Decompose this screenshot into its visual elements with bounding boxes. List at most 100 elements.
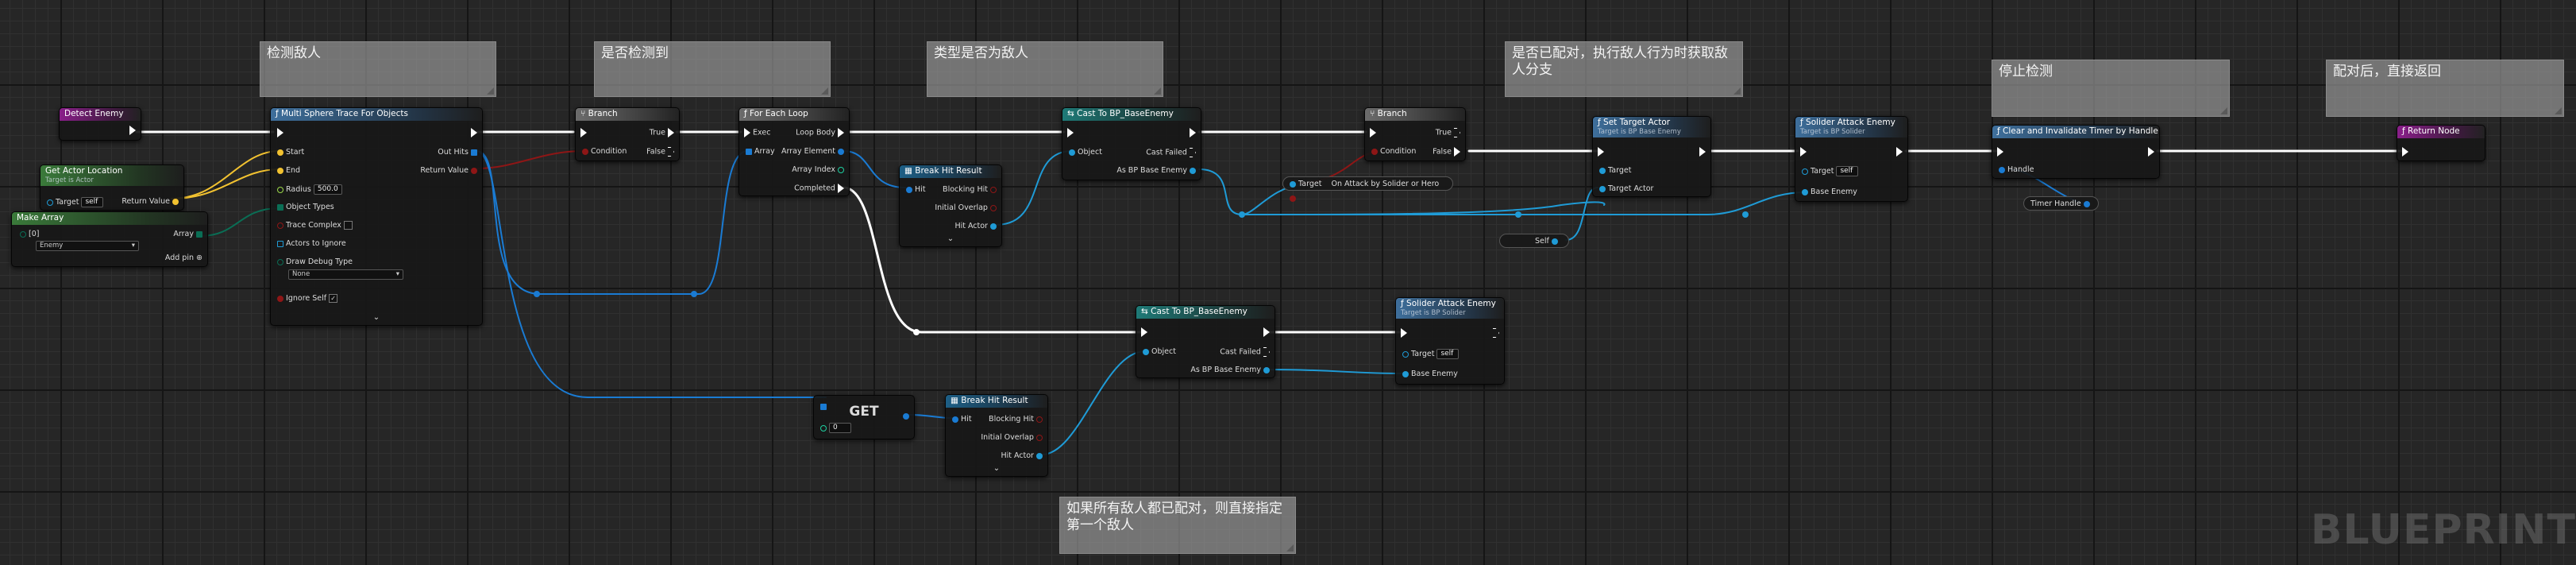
reroute-node[interactable] [1742, 211, 1749, 218]
index-pin[interactable]: 0 [820, 423, 852, 433]
exec-in-pin[interactable] [277, 128, 283, 137]
exec-out-pin[interactable] [471, 128, 477, 137]
reroute-node[interactable] [534, 291, 540, 297]
exec-in-pin[interactable]: Exec [744, 128, 770, 137]
array-out-pin[interactable]: Array [173, 230, 202, 238]
reroute-node[interactable] [1239, 211, 1245, 218]
completed-pin[interactable]: Completed [794, 184, 844, 193]
node-detect-enemy[interactable]: Detect Enemy [59, 107, 141, 141]
node-solider-attack-enemy-1[interactable]: ƒ Solider Attack Enemy Target is BP Solid… [1795, 116, 1908, 202]
ignore-self-checkbox[interactable]: ✓ [329, 294, 338, 303]
index-input[interactable]: 0 [829, 423, 852, 433]
comment-box[interactable]: 如果所有敌人都已配对，则直接指定第一个敌人 [1059, 497, 1296, 554]
exec-out-pin[interactable] [1190, 128, 1196, 137]
exec-out-pin[interactable] [1263, 327, 1270, 337]
target-pin[interactable]: Target self [1802, 166, 1859, 176]
radius-pin[interactable]: Radius 500.0 [277, 184, 342, 195]
exec-in-pin[interactable] [1067, 128, 1074, 137]
expand-chevron-icon[interactable]: ⌄ [373, 313, 380, 322]
blocking-hit-pin[interactable]: Blocking Hit [943, 185, 997, 194]
exec-in-pin[interactable] [1997, 147, 2003, 157]
resize-grip-icon[interactable] [2220, 107, 2227, 114]
loop-body-pin[interactable]: Loop Body [796, 128, 844, 137]
exec-out-pin[interactable] [1699, 147, 1706, 157]
radius-input[interactable]: 500.0 [313, 184, 342, 195]
exec-in-pin[interactable] [580, 128, 587, 137]
base-enemy-pin[interactable]: Base Enemy [1402, 370, 1458, 378]
return-pin-row[interactable]: Return Value [121, 197, 179, 206]
node-get-actor-location[interactable]: Get Actor Location Target is Actor Target… [40, 164, 184, 211]
node-make-array[interactable]: Make Array [0] Enemy ▾ Array Add pin ⊕ [11, 211, 208, 267]
blocking-hit-pin[interactable]: Blocking Hit [989, 415, 1043, 424]
node-set-target-actor[interactable]: ƒ Set Target Actor Target is BP Base Enem… [1592, 116, 1711, 197]
comment-box[interactable]: 是否已配对，执行敌人行为时获取敌人分支 [1505, 41, 1743, 97]
reroute-node[interactable] [1515, 211, 1521, 218]
node-timer-handle-variable[interactable]: Timer Handle [2023, 196, 2099, 211]
condition-pin[interactable]: Condition [582, 147, 627, 156]
object-pin[interactable]: Object [1069, 148, 1102, 157]
condition-pin[interactable]: Condition [1371, 147, 1416, 156]
hit-pin[interactable]: Hit [906, 185, 926, 194]
add-pin-button[interactable]: Add pin ⊕ [165, 253, 202, 262]
node-cast-to-bp-baseenemy-1[interactable]: ⇆ Cast To BP_BaseEnemy Object Cast Faile… [1062, 107, 1201, 180]
actors-ignore-pin[interactable]: Actors to Ignore [277, 239, 346, 248]
out-hits-pin[interactable]: Out Hits [438, 148, 477, 157]
resize-grip-icon[interactable] [2555, 107, 2562, 114]
handle-pin[interactable]: Handle [1999, 165, 2034, 174]
target-self-field[interactable]: self [1436, 349, 1460, 359]
node-branch-1[interactable]: ⑂ Branch Condition True False [575, 107, 680, 161]
resize-grip-icon[interactable] [1286, 544, 1294, 551]
array-in-pin[interactable]: Array [746, 147, 775, 156]
exec-out-pin[interactable] [1493, 328, 1499, 338]
as-bp-base-enemy-pin[interactable]: As BP Base Enemy [1190, 366, 1270, 374]
target-self-field[interactable]: self [81, 197, 104, 207]
array-in-pin[interactable] [820, 402, 827, 411]
resize-grip-icon[interactable] [1733, 87, 1741, 95]
exec-in-pin[interactable] [1370, 128, 1376, 137]
base-enemy-pin[interactable]: Base Enemy [1802, 188, 1857, 196]
true-pin[interactable]: True [1436, 128, 1460, 137]
node-branch-2[interactable]: ⑂ Branch Condition True False [1364, 107, 1466, 161]
object-types-pin[interactable]: Object Types [277, 203, 334, 211]
reroute-node[interactable] [913, 329, 920, 335]
exec-out-pin[interactable] [1896, 147, 1903, 157]
expand-chevron-icon[interactable]: ⌄ [993, 464, 1000, 473]
draw-debug-pin[interactable]: Draw Debug Type [277, 257, 353, 266]
reroute-node[interactable] [691, 291, 697, 297]
target-actor-pin[interactable]: Target Actor [1599, 184, 1653, 193]
initial-overlap-pin[interactable]: Initial Overlap [935, 203, 997, 212]
target-self-field[interactable]: self [1836, 166, 1859, 176]
node-return[interactable]: ƒ Return Node [2397, 125, 2485, 161]
initial-overlap-pin[interactable]: Initial Overlap [981, 433, 1043, 442]
end-pin[interactable]: End [277, 166, 300, 175]
ignore-self-pin[interactable]: Ignore Self ✓ [277, 294, 338, 303]
object-type-dropdown[interactable]: Enemy ▾ [36, 241, 139, 251]
node-solider-attack-enemy-2[interactable]: ƒ Solider Attack Enemy Target is BP Solid… [1395, 297, 1505, 385]
hit-pin[interactable]: Hit [952, 415, 972, 424]
node-break-hit-result-1[interactable]: ▦ Break Hit Result Hit Blocking Hit Init… [899, 164, 1002, 247]
node-cast-to-bp-baseenemy-2[interactable]: ⇆ Cast To BP_BaseEnemy Object Cast Faile… [1136, 305, 1275, 378]
exec-in-pin[interactable] [2402, 147, 2408, 157]
trace-complex-checkbox[interactable] [343, 221, 353, 230]
exec-in-pin[interactable] [1598, 147, 1604, 157]
target-pin[interactable]: Target self [1402, 349, 1460, 359]
cast-failed-pin[interactable]: Cast Failed [1146, 148, 1196, 157]
comment-box[interactable]: 类型是否为敌人 [927, 41, 1163, 97]
start-pin[interactable]: Start [277, 148, 304, 157]
true-pin[interactable]: True [650, 128, 674, 137]
node-clear-invalidate-timer[interactable]: ƒ Clear and Invalidate Timer by Handle H… [1992, 125, 2160, 179]
return-value-pin[interactable]: Return Value [420, 166, 477, 175]
hit-actor-pin[interactable]: Hit Actor [954, 222, 997, 230]
draw-debug-dropdown[interactable]: None ▾ [288, 269, 403, 280]
cast-failed-pin[interactable]: Cast Failed [1220, 347, 1270, 357]
exec-out-pin[interactable] [129, 126, 136, 135]
node-array-get[interactable]: GET 0 [813, 395, 915, 439]
node-break-hit-result-2[interactable]: ▦ Break Hit Result Hit Blocking Hit Init… [945, 394, 1048, 477]
object-pin[interactable]: Object [1143, 347, 1176, 356]
exec-out-pin[interactable] [2148, 147, 2154, 157]
array-index-pin[interactable]: Array Index [792, 165, 844, 174]
comment-box[interactable]: 停止检测 [1992, 60, 2230, 117]
false-pin[interactable]: False [1433, 147, 1460, 157]
resize-grip-icon[interactable] [487, 87, 494, 95]
array-element-pin[interactable]: Array Element [781, 147, 844, 156]
